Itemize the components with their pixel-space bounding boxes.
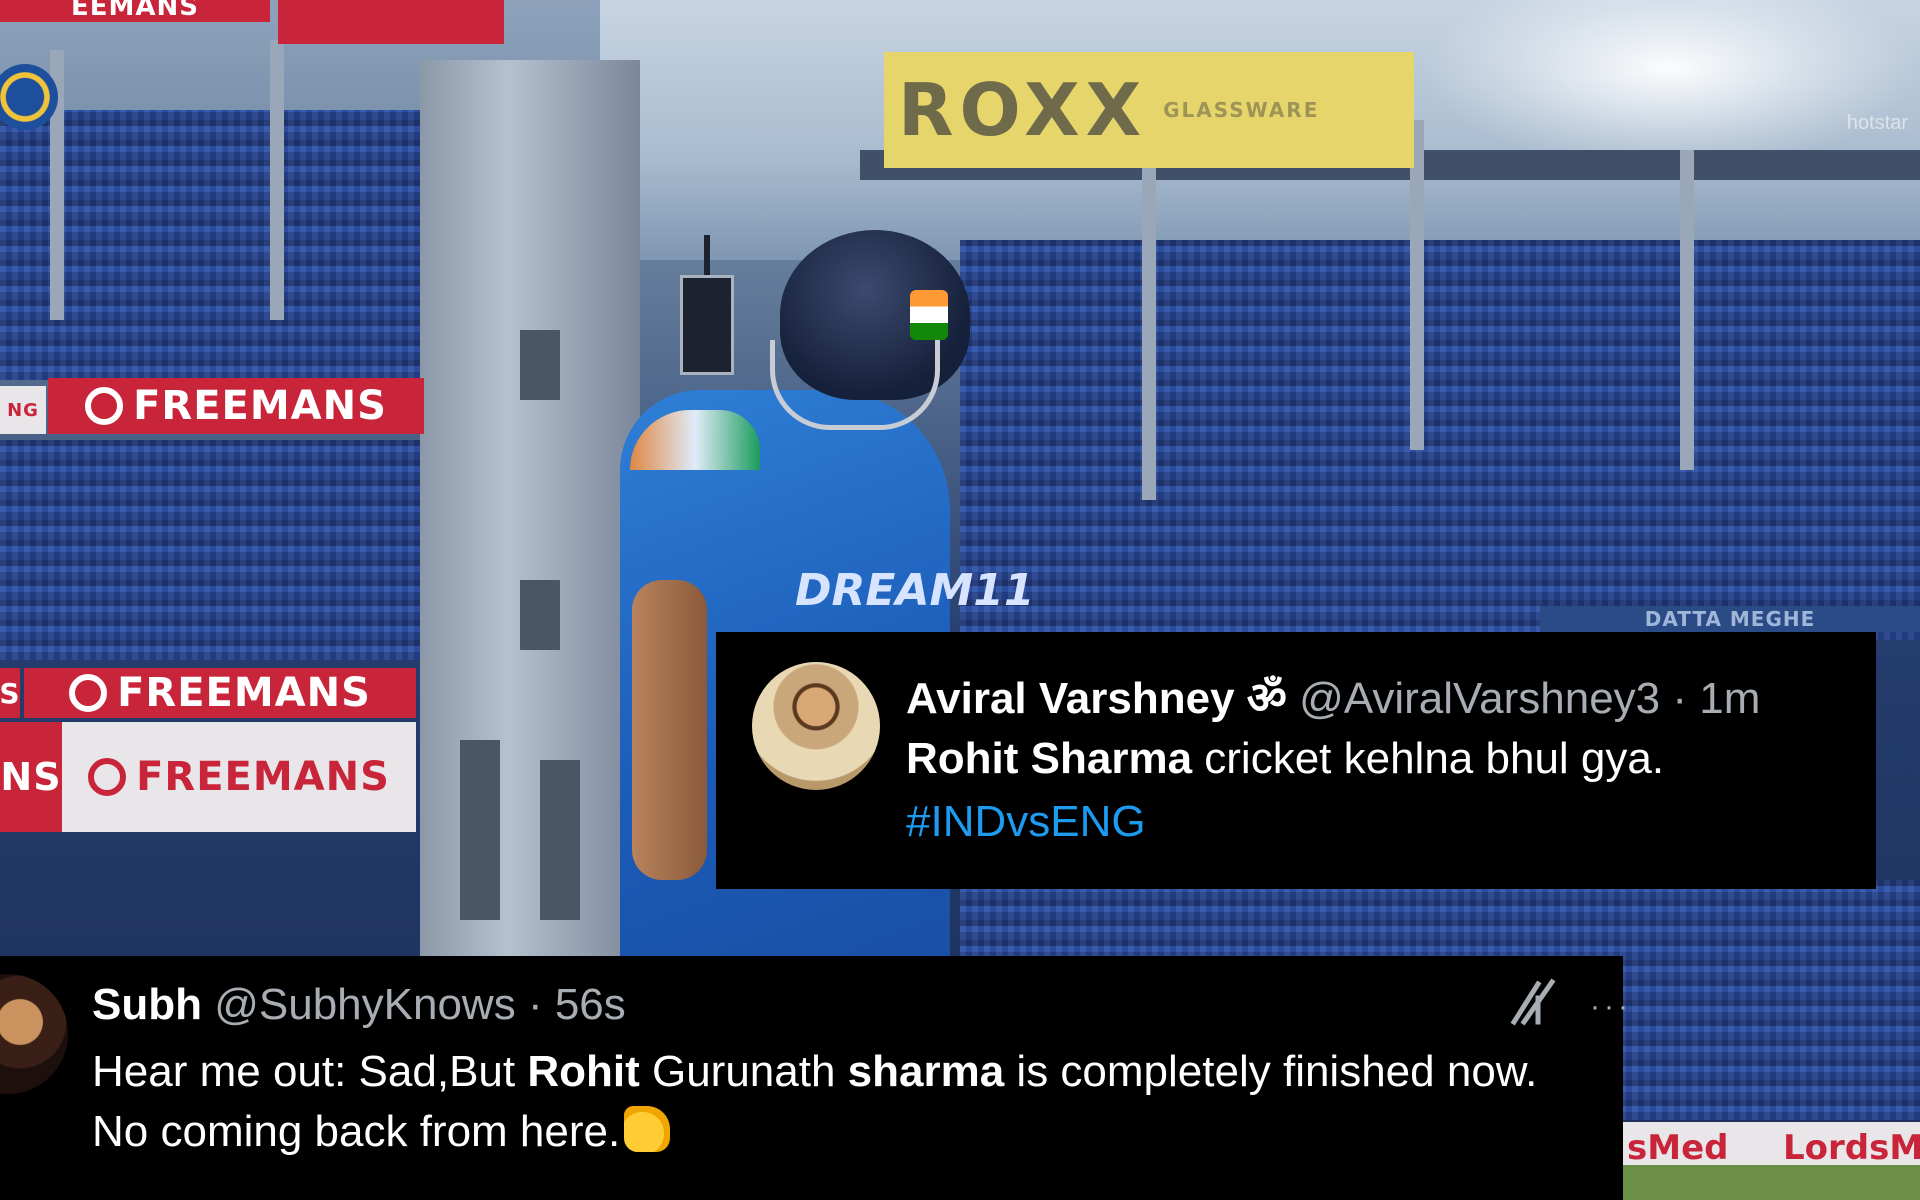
ad-text: FREEMANS	[117, 670, 371, 716]
tweet-text-bold: sharma	[847, 1047, 1005, 1096]
tweet-header: Subh @SubhyKnows · 56s	[92, 980, 626, 1030]
more-dots-icon[interactable]: ···	[1590, 990, 1632, 1024]
tweet-text-line2: No coming back from here.	[92, 1106, 671, 1157]
tweet-text-part: is completely finished now.	[1004, 1047, 1538, 1096]
ad-text: FREEMANS	[133, 383, 387, 429]
ad-text: EEMANS	[70, 0, 199, 22]
ad-text: NG	[7, 399, 39, 421]
ad-board-freemans-3: FREEMANS	[62, 722, 416, 832]
tweet-text: Rohit Sharma cricket kehlna bhul gya.	[906, 734, 1664, 784]
tweet-header: Aviral Varshney ॐ @AviralVarshney3 · 1m	[906, 666, 1760, 726]
ad-text: S	[0, 676, 21, 710]
ad-board-freemans-top: EEMANS	[0, 0, 270, 22]
helmet-grille	[770, 340, 940, 430]
freemans-logo-icon	[85, 387, 124, 425]
ad-board-red-top	[278, 0, 504, 44]
crowd-stand-right	[960, 240, 1920, 640]
ad-board-freemans-2: FREEMANS	[24, 668, 416, 718]
user-handle[interactable]: @AviralVarshney3	[1299, 674, 1660, 723]
ad-text: ROXX	[898, 68, 1148, 152]
avatar[interactable]	[0, 974, 68, 1094]
building-window	[520, 330, 560, 400]
ad-board-datta-meghe: DATTA MEGHE	[1540, 606, 1920, 632]
tweet-time[interactable]: · 56s	[528, 980, 626, 1029]
tweet-card-subh[interactable]: Subh @SubhyKnows · 56s ··· Hear me out: …	[0, 956, 1628, 1200]
tweet-text-bold: Rohit	[527, 1047, 640, 1096]
floodlight-glow	[1420, 0, 1920, 170]
grok-slash-icon[interactable]	[1508, 978, 1558, 1028]
hashtag-link[interactable]: #INDvsENG	[906, 797, 1146, 847]
building-window	[520, 580, 560, 650]
pavilion-building	[420, 60, 640, 960]
stand-pillar	[1680, 150, 1694, 470]
thumbs-up-icon	[624, 1106, 671, 1152]
stand-pillar	[270, 40, 284, 320]
user-handle[interactable]: @SubhyKnows	[214, 980, 516, 1029]
ad-text: LordsM	[1783, 1128, 1920, 1168]
tweet-text-bold: Rohit Sharma	[906, 734, 1193, 783]
freemans-logo-icon	[69, 674, 108, 712]
ad-subtext: GLASSWARE	[1163, 98, 1320, 122]
display-name[interactable]: Subh	[92, 980, 202, 1029]
boundary-ad-strip: sMed LordsM	[1623, 1122, 1920, 1200]
freemans-logo-icon	[88, 758, 127, 796]
tweet-text-rest: cricket kehlna bhul gya.	[1192, 734, 1665, 783]
crowd-stand-left-lower	[0, 440, 440, 660]
tweet-text-part: No coming back from here.	[92, 1107, 621, 1156]
ad-text: sMed	[1627, 1128, 1729, 1168]
stand-pillar	[1410, 120, 1424, 450]
ad-board-side-s: S	[0, 668, 20, 718]
helmet-badge	[910, 290, 948, 340]
broadcaster-watermark: hotstar	[1846, 112, 1908, 134]
ad-text: NS	[0, 755, 62, 799]
tweet-text-part: Hear me out: Sad,But	[92, 1047, 528, 1096]
display-name[interactable]: Aviral Varshney ॐ	[906, 674, 1287, 723]
player-arm	[632, 580, 707, 880]
tweet-time[interactable]: · 1m	[1672, 674, 1760, 723]
building-window	[540, 760, 580, 920]
ad-board-roxx: ROXX GLASSWARE	[884, 52, 1414, 168]
tweet-text-part: Gurunath	[639, 1047, 848, 1096]
tweet-card-aviral[interactable]: Aviral Varshney ॐ @AviralVarshney3 · 1m …	[716, 632, 1876, 889]
ad-text: DATTA MEGHE	[1644, 607, 1816, 631]
building-window	[460, 740, 500, 920]
ad-text: FREEMANS	[136, 754, 390, 800]
ad-board-side-ns: NS	[0, 722, 62, 832]
ad-board-side: NG	[0, 386, 46, 434]
tweet-text: Hear me out: Sad,But Rohit Gurunath shar…	[92, 1047, 1537, 1097]
stand-pillar	[1142, 160, 1156, 500]
ad-board-freemans-1: FREEMANS	[48, 378, 424, 434]
jersey-sponsor-text: DREAM11	[795, 565, 1035, 616]
avatar[interactable]	[752, 662, 880, 790]
